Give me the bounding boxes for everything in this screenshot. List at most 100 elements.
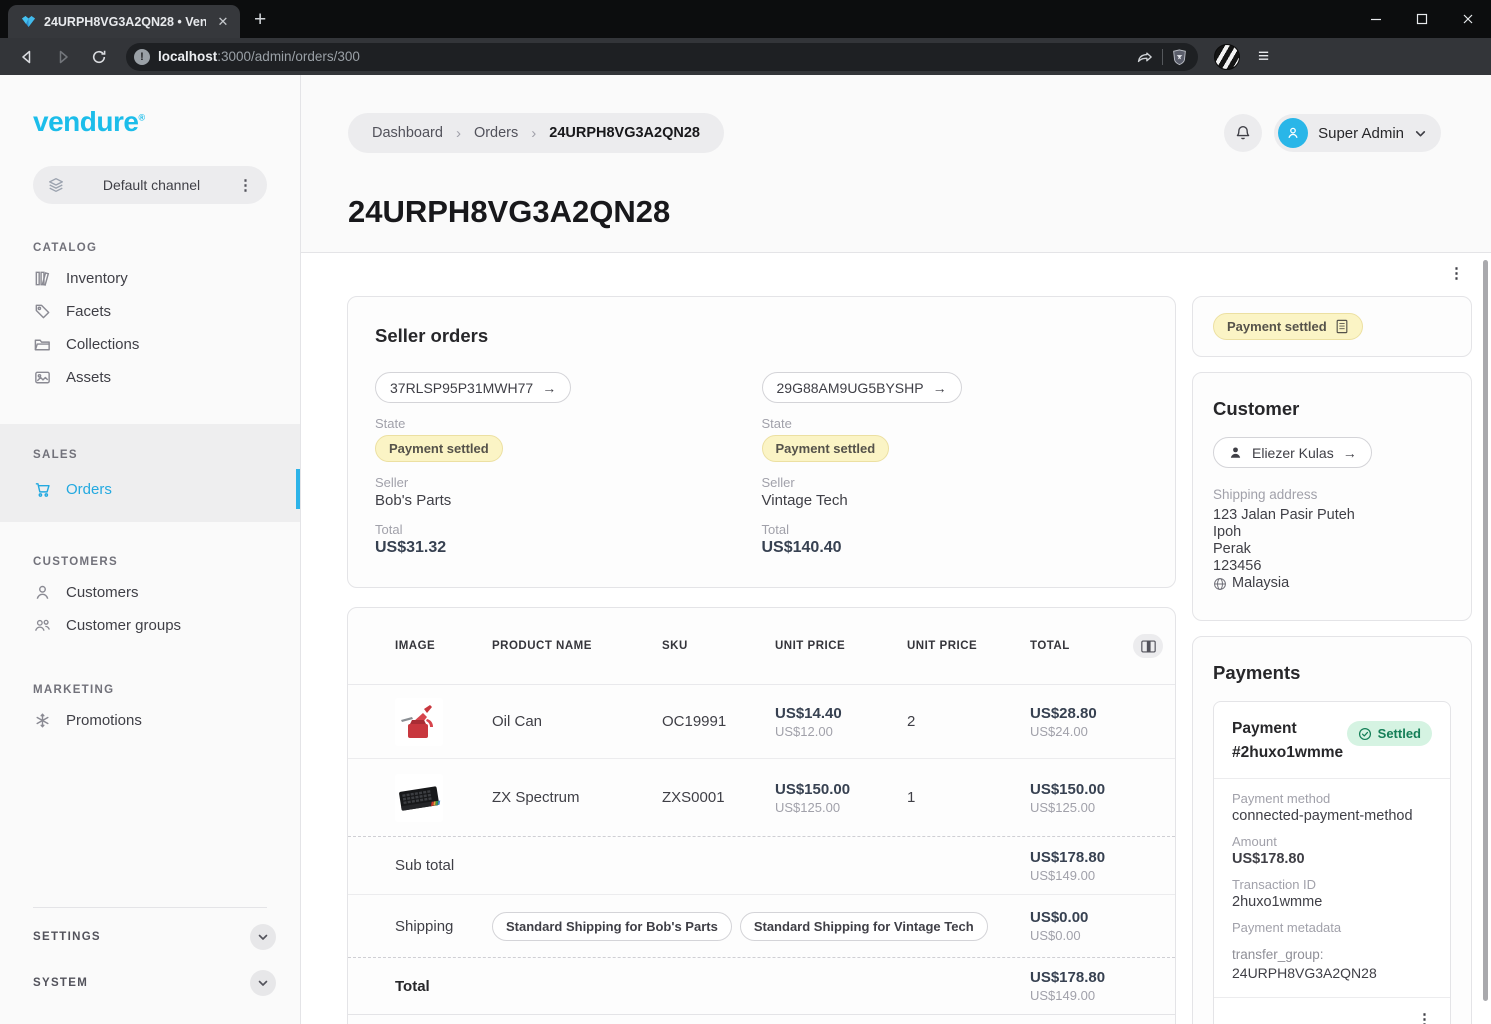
table-header-row: IMAGE PRODUCT NAME SKU UNIT PRICE UNIT P… bbox=[348, 608, 1175, 685]
url-bar[interactable]: ! localhost:3000/admin/orders/300 bbox=[126, 43, 1198, 71]
browser-tab[interactable]: 24URPH8VG3A2QN28 • Vendure ✕ bbox=[8, 5, 240, 38]
site-info-icon[interactable]: ! bbox=[134, 49, 150, 65]
url-divider bbox=[1162, 49, 1163, 65]
globe-icon bbox=[1213, 577, 1227, 591]
reload-button[interactable] bbox=[84, 43, 114, 71]
sidebar-item-customers[interactable]: Customers bbox=[0, 576, 300, 609]
columns-icon bbox=[1141, 640, 1156, 653]
sidebar-item-facets[interactable]: Facets bbox=[0, 295, 300, 328]
seller-name: Bob's Parts bbox=[375, 492, 762, 509]
product-sku: ZXS0001 bbox=[662, 789, 775, 806]
total-row: Total US$178.80US$149.00 bbox=[348, 957, 1175, 1015]
chevron-down-icon[interactable] bbox=[250, 924, 276, 950]
payment-actions-menu-icon[interactable]: ⋮ bbox=[1417, 1012, 1432, 1024]
table-row: ZX Spectrum ZXS0001 US$150.00US$125.00 1… bbox=[348, 759, 1175, 836]
seller-order-link[interactable]: 29G88AM9UG5BYSHP → bbox=[762, 372, 962, 403]
channel-menu-icon[interactable]: ⋮ bbox=[238, 178, 253, 193]
shipping-total: US$0.00US$0.00 bbox=[1030, 909, 1115, 943]
sidebar-section-settings[interactable]: SETTINGS bbox=[0, 914, 300, 960]
column-header-total: TOTAL bbox=[1030, 640, 1115, 652]
sidebar-item-assets[interactable]: Assets bbox=[0, 361, 300, 394]
browser-menu-icon[interactable]: ≡ bbox=[1258, 46, 1268, 68]
chevron-down-icon bbox=[1414, 127, 1427, 140]
line-total: US$28.80US$24.00 bbox=[1030, 705, 1115, 739]
shipping-method-badge: Standard Shipping for Bob's Parts bbox=[492, 912, 732, 941]
browser-toolbar: ! localhost:3000/admin/orders/300 ≡ bbox=[0, 38, 1491, 75]
product-sku: OC19991 bbox=[662, 713, 775, 730]
forward-button[interactable] bbox=[48, 43, 78, 71]
share-icon[interactable] bbox=[1135, 47, 1154, 66]
channel-selector[interactable]: Default channel ⋮ bbox=[33, 166, 267, 204]
address-country: Malaysia bbox=[1213, 575, 1451, 592]
user-avatar bbox=[1278, 118, 1308, 148]
page-scrollbar[interactable] bbox=[1483, 260, 1488, 1016]
payment-id: #2huxo1wmme bbox=[1232, 741, 1343, 765]
sidebar-section-system[interactable]: SYSTEM bbox=[0, 960, 300, 1006]
breadcrumb-current: 24URPH8VG3A2QN28 bbox=[549, 125, 700, 141]
brave-shield-icon[interactable] bbox=[1171, 48, 1188, 66]
sidebar-item-label: Inventory bbox=[66, 270, 128, 287]
window-maximize-button[interactable] bbox=[1399, 0, 1445, 38]
payments-title: Payments bbox=[1213, 662, 1451, 684]
breadcrumb-dashboard[interactable]: Dashboard bbox=[372, 125, 443, 141]
window-controls bbox=[1353, 0, 1491, 38]
user-menu[interactable]: Super Admin bbox=[1274, 114, 1441, 152]
browser-chrome: 24URPH8VG3A2QN28 • Vendure ✕ + ! localho… bbox=[0, 0, 1491, 75]
section-sales: SALES bbox=[33, 449, 267, 461]
address-line: 123 Jalan Pasir Puteh bbox=[1213, 507, 1451, 524]
seller-order-link[interactable]: 37RLSP95P31MWH77 → bbox=[375, 372, 571, 403]
line-total: US$150.00US$125.00 bbox=[1030, 781, 1115, 815]
column-settings-button[interactable] bbox=[1133, 634, 1163, 658]
back-button[interactable] bbox=[12, 43, 42, 71]
payment-method-value: connected-payment-method bbox=[1232, 808, 1432, 824]
window-close-button[interactable] bbox=[1445, 0, 1491, 38]
sidebar-item-collections[interactable]: Collections bbox=[0, 328, 300, 361]
transaction-id-value: 2huxo1wmme bbox=[1232, 894, 1432, 910]
browser-profile-avatar[interactable] bbox=[1214, 44, 1240, 70]
tab-close-icon[interactable]: ✕ bbox=[214, 13, 232, 31]
customer-link[interactable]: Eliezer Kulas → bbox=[1213, 437, 1372, 468]
payments-card: Payments Payment #2huxo1wmme Settled bbox=[1192, 636, 1472, 1024]
window-minimize-button[interactable] bbox=[1353, 0, 1399, 38]
arrow-right-icon: → bbox=[933, 380, 947, 396]
seller-order-total: US$140.40 bbox=[762, 539, 1149, 557]
amount-label: Amount bbox=[1232, 834, 1432, 849]
sidebar-active-section: SALES Orders bbox=[0, 424, 300, 522]
order-actions-menu-icon[interactable]: ⋮ bbox=[1449, 264, 1464, 282]
section-customers: CUSTOMERS bbox=[33, 556, 267, 568]
chevron-down-icon[interactable] bbox=[250, 970, 276, 996]
vendure-logo: vendure® bbox=[33, 106, 300, 138]
unit-price: US$14.40US$12.00 bbox=[775, 705, 907, 739]
scrollbar-thumb[interactable] bbox=[1483, 260, 1488, 1001]
customer-card: Customer Eliezer Kulas → Shipping addres… bbox=[1192, 372, 1472, 621]
metadata-value: 24URPH8VG3A2QN28 bbox=[1232, 965, 1432, 981]
trademark: ® bbox=[138, 113, 144, 123]
new-tab-button[interactable]: + bbox=[254, 8, 266, 32]
total-label: Total bbox=[762, 522, 1149, 537]
shipping-row: Shipping Standard Shipping for Bob's Par… bbox=[348, 894, 1175, 957]
payment-method-label: Payment method bbox=[1232, 791, 1432, 806]
sidebar-item-promotions[interactable]: Promotions bbox=[0, 704, 300, 737]
column-header-unit-price: UNIT PRICE bbox=[775, 640, 907, 652]
tab-strip: 24URPH8VG3A2QN28 • Vendure ✕ + bbox=[0, 0, 1491, 38]
sidebar-divider bbox=[33, 907, 267, 908]
breadcrumb-orders[interactable]: Orders bbox=[474, 125, 518, 141]
sidebar-item-orders[interactable]: Orders bbox=[0, 469, 300, 509]
seller-order-total: US$31.32 bbox=[375, 539, 762, 557]
page-title: 24URPH8VG3A2QN28 bbox=[348, 194, 1441, 230]
arrow-right-icon: → bbox=[542, 380, 556, 396]
notifications-button[interactable] bbox=[1224, 114, 1262, 152]
sidebar-item-customer-groups[interactable]: Customer groups bbox=[0, 609, 300, 642]
metadata-key: transfer_group: bbox=[1232, 947, 1432, 962]
state-label: State bbox=[762, 416, 1149, 431]
address-line: Perak bbox=[1213, 541, 1451, 558]
url-text: localhost:3000/admin/orders/300 bbox=[158, 49, 1127, 64]
sidebar-item-label: Customers bbox=[66, 584, 139, 601]
quantity: 1 bbox=[907, 789, 1030, 806]
address-line: Ipoh bbox=[1213, 524, 1451, 541]
breadcrumb-separator: › bbox=[531, 125, 536, 142]
state-label: State bbox=[375, 416, 762, 431]
sidebar-item-inventory[interactable]: Inventory bbox=[0, 262, 300, 295]
order-state-badge[interactable]: Payment settled bbox=[1213, 313, 1363, 340]
user-name: Super Admin bbox=[1318, 125, 1404, 142]
